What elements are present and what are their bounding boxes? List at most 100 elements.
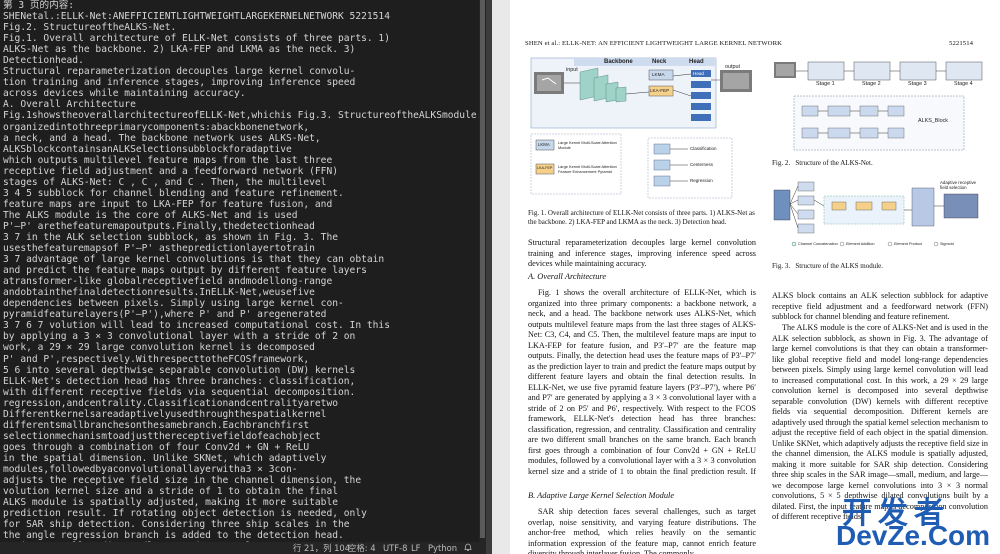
status-bar: 行 21，列 104 空格: 4 UTF-8 LF Python: [0, 542, 486, 554]
figure-2-caption: Fig. 2. Structure of the ALKS-Net.: [772, 159, 873, 167]
editor-line[interactable]: 3 7 in the ALK selection subblock, as sh…: [3, 232, 483, 243]
editor-line[interactable]: A. Overall Architecture: [3, 99, 483, 110]
editor-line[interactable]: by applying a 3 × 3 convolutional layer …: [3, 331, 483, 342]
figure-3: Adaptive receptive field selection Chann…: [772, 176, 988, 256]
fig1-legend-lkafep: Large Kernel Multi-Scale Attention Featu…: [558, 164, 617, 174]
editor-line[interactable]: the angle regression branch is added to …: [3, 530, 483, 541]
page-number: 5221514: [949, 40, 974, 47]
editor-line[interactable]: with different receptive fields via sequ…: [3, 387, 483, 398]
line-ending[interactable]: LF: [411, 542, 420, 554]
editor-line[interactable]: 3 7 6 7 volution will lead to increased …: [3, 320, 483, 331]
editor-line[interactable]: work, a 29 × 29 large convolution kernel…: [3, 342, 483, 353]
figure-1-caption: Fig. 1. Overall architecture of ELLK-Net…: [528, 209, 755, 226]
editor-line[interactable]: andobtainthefinaldetectionresults.InELLK…: [3, 287, 483, 298]
fig1-lkma-block: LKMA: [652, 72, 665, 77]
fig2-stage-3: Stage 3: [908, 81, 927, 87]
editor-line[interactable]: organizedintothreeprimarycomponents:abac…: [3, 122, 483, 133]
editor-line[interactable]: 5 6 into several depthwise separable con…: [3, 365, 483, 376]
fig2-alks-block: ALKS_Block: [918, 118, 948, 124]
editor-line[interactable]: a neck, and a head. The backbone network…: [3, 133, 483, 144]
editor-line[interactable]: feature maps are input to LKA-FEP for fe…: [3, 199, 483, 210]
editor-line[interactable]: differentsmallbranchesonthesamebranch.Ea…: [3, 420, 483, 431]
editor-line[interactable]: Fig.2. StructureoftheALKS-Net.: [3, 22, 483, 33]
editor-line[interactable]: P'–P' arethefeaturemapoutputs.Finally,th…: [3, 221, 483, 232]
watermark-logo: 开发者 DevZe.Com: [810, 492, 1000, 554]
editor-line[interactable]: ALKSblockcontainsanALKSelectionsubblockf…: [3, 144, 483, 155]
fig3-adaptive-label: Adaptive receptive field selection: [940, 180, 977, 190]
fig1-legend-lkma-tag: LKMA: [538, 142, 550, 147]
editor-line[interactable]: regression,andcentrality.Classificationa…: [3, 398, 483, 409]
fig1-lkafep-block: LKA-FEP: [650, 88, 670, 93]
editor-line[interactable]: ALKS module is spatially adjusted, makin…: [3, 497, 483, 508]
fig1-branch-centerness: Centerness: [690, 162, 714, 167]
editor-line[interactable]: The ALKS module is the core of ALKS-Net …: [3, 210, 483, 221]
indent-setting[interactable]: 空格: 4: [348, 542, 376, 554]
fig3-legend-sigmoid: Sigmoid: [940, 242, 954, 246]
editor-line[interactable]: selectionmechanismtoadjustthereceptivefi…: [3, 431, 483, 442]
editor-scrollbar[interactable]: [479, 0, 486, 542]
fig2-stage-1: Stage 1: [816, 81, 835, 87]
bell-icon[interactable]: [464, 542, 472, 554]
editor-line[interactable]: pyramidfeaturelayers(P'–P'),where P' and…: [3, 309, 483, 320]
language-mode[interactable]: Python: [428, 542, 457, 554]
editor-line[interactable]: 3 7 advantage of large kernel convolutio…: [3, 254, 483, 265]
editor-line[interactable]: SHENetal.:ELLK-Net:ANEFFICIENTLIGHTWEIGH…: [3, 11, 483, 22]
editor-line[interactable]: Fig.1. Overall architecture of ELLK-Net …: [3, 33, 483, 44]
editor-line[interactable]: adjusts the receptive field size in the …: [3, 475, 483, 486]
fig1-head-label: Head: [689, 59, 704, 65]
fig1-head-block: Head: [693, 71, 704, 76]
watermark-en-text: DevZe.Com: [836, 520, 991, 551]
section-b-heading: B. Adaptive Large Kernel Selection Modul…: [528, 491, 675, 500]
fig1-legend-lkma: Large Kernel Multi-Scale Attention Modul…: [558, 140, 617, 150]
editor-line[interactable]: tion training and inference stages, impr…: [3, 77, 483, 88]
fig1-output-label: output: [725, 64, 740, 70]
editor-line[interactable]: atransformer-like globalreceptivefield a…: [3, 276, 483, 287]
editor-line[interactable]: 第 3 页的内容:: [3, 0, 483, 11]
editor-line[interactable]: volution kernel size and a stride of 1 t…: [3, 486, 483, 497]
pdf-page: SHEN et al.: ELLK-NET: AN EFFICIENT LIGH…: [510, 0, 1000, 554]
figure-3-caption: Fig. 3. Structure of the ALKS module.: [772, 262, 884, 270]
section-a-paragraph: Fig. 1 shows the overall architecture of…: [528, 288, 756, 476]
editor-line[interactable]: Fig.1showstheoverallarchitectureofELLK-N…: [3, 110, 483, 121]
fig3-legend-concat: Channel Concatenation: [798, 242, 838, 246]
editor-line[interactable]: and predict the feature maps output by d…: [3, 265, 483, 276]
editor-line[interactable]: for SAR ship detection. Considering thre…: [3, 519, 483, 530]
editor-line[interactable]: ELLK-Net's detection head has three bran…: [3, 376, 483, 387]
encoding[interactable]: UTF-8: [383, 542, 407, 554]
fig2-stage-4: Stage 4: [954, 81, 973, 87]
editor-line[interactable]: Differentkernelsareadaptivelyusedthrough…: [3, 409, 483, 420]
section-a-heading: A. Overall Architecture: [528, 272, 607, 281]
editor-line[interactable]: 3 4 5 subblock for channel blending and …: [3, 188, 483, 199]
editor-line[interactable]: which outputs multilevel feature maps fr…: [3, 155, 483, 166]
editor-line[interactable]: stages of ALKS-Net: C , C , and C . Then…: [3, 177, 483, 188]
section-b-paragraph: SAR ship detection faces several challen…: [528, 507, 756, 554]
right-paragraph-1: ALKS block contains an ALK selection sub…: [772, 291, 988, 321]
pdf-viewer[interactable]: SHEN et al.: ELLK-NET: AN EFFICIENT LIGH…: [492, 0, 1000, 554]
editor-line[interactable]: goes through a combination of four Conv2…: [3, 442, 483, 453]
fig3-legend-product: Element Product: [894, 242, 923, 246]
editor-line[interactable]: ALKS-Net as the backbone. 2) LKA-FEP and…: [3, 44, 483, 55]
editor-scroll-thumb[interactable]: [480, 0, 485, 538]
running-header: SHEN et al.: ELLK-NET: AN EFFICIENT LIGH…: [525, 40, 783, 47]
fig3-legend-add: Element Addition: [846, 242, 875, 246]
editor-line[interactable]: in the spatial dimension. Unlike SKNet, …: [3, 453, 483, 464]
intro-paragraph: Structural reparameterization decouples …: [528, 238, 756, 268]
editor-line[interactable]: prediction result. If rotating object de…: [3, 508, 483, 519]
cursor-position[interactable]: 行 21，列 104: [293, 542, 350, 554]
editor-line[interactable]: across devices while maintaining accurac…: [3, 88, 483, 99]
editor-text-area[interactable]: 第 3 页的内容: SHENetal.:ELLK-Net:ANEFFICIENTL…: [3, 0, 483, 542]
code-editor[interactable]: 第 3 页的内容: SHENetal.:ELLK-Net:ANEFFICIENTL…: [0, 0, 486, 554]
figure-2-diagram: [774, 61, 983, 151]
fig2-stage-2: Stage 2: [862, 81, 881, 87]
editor-line[interactable]: modules,followedbyaconvolutionallayerwit…: [3, 464, 483, 475]
editor-line[interactable]: usesthefeaturemapsof P'–P' asthepredicti…: [3, 243, 483, 254]
editor-line[interactable]: Structural reparameterization decouples …: [3, 66, 483, 77]
editor-line[interactable]: Detectionhead.: [3, 55, 483, 66]
editor-line[interactable]: dependencies between pixels. Simply usin…: [3, 298, 483, 309]
fig1-backbone-label: Backbone: [604, 59, 633, 65]
fig1-input-label: input: [566, 67, 578, 73]
editor-line[interactable]: P' and P',respectively.WithrespecttotheF…: [3, 354, 483, 365]
figure-1-diagram: [530, 57, 752, 199]
editor-line[interactable]: receptive field adjustment and a feedfor…: [3, 166, 483, 177]
figure-2: Stage 1 Stage 2 Stage 3 Stage 4 ALKS_Blo…: [772, 56, 988, 156]
